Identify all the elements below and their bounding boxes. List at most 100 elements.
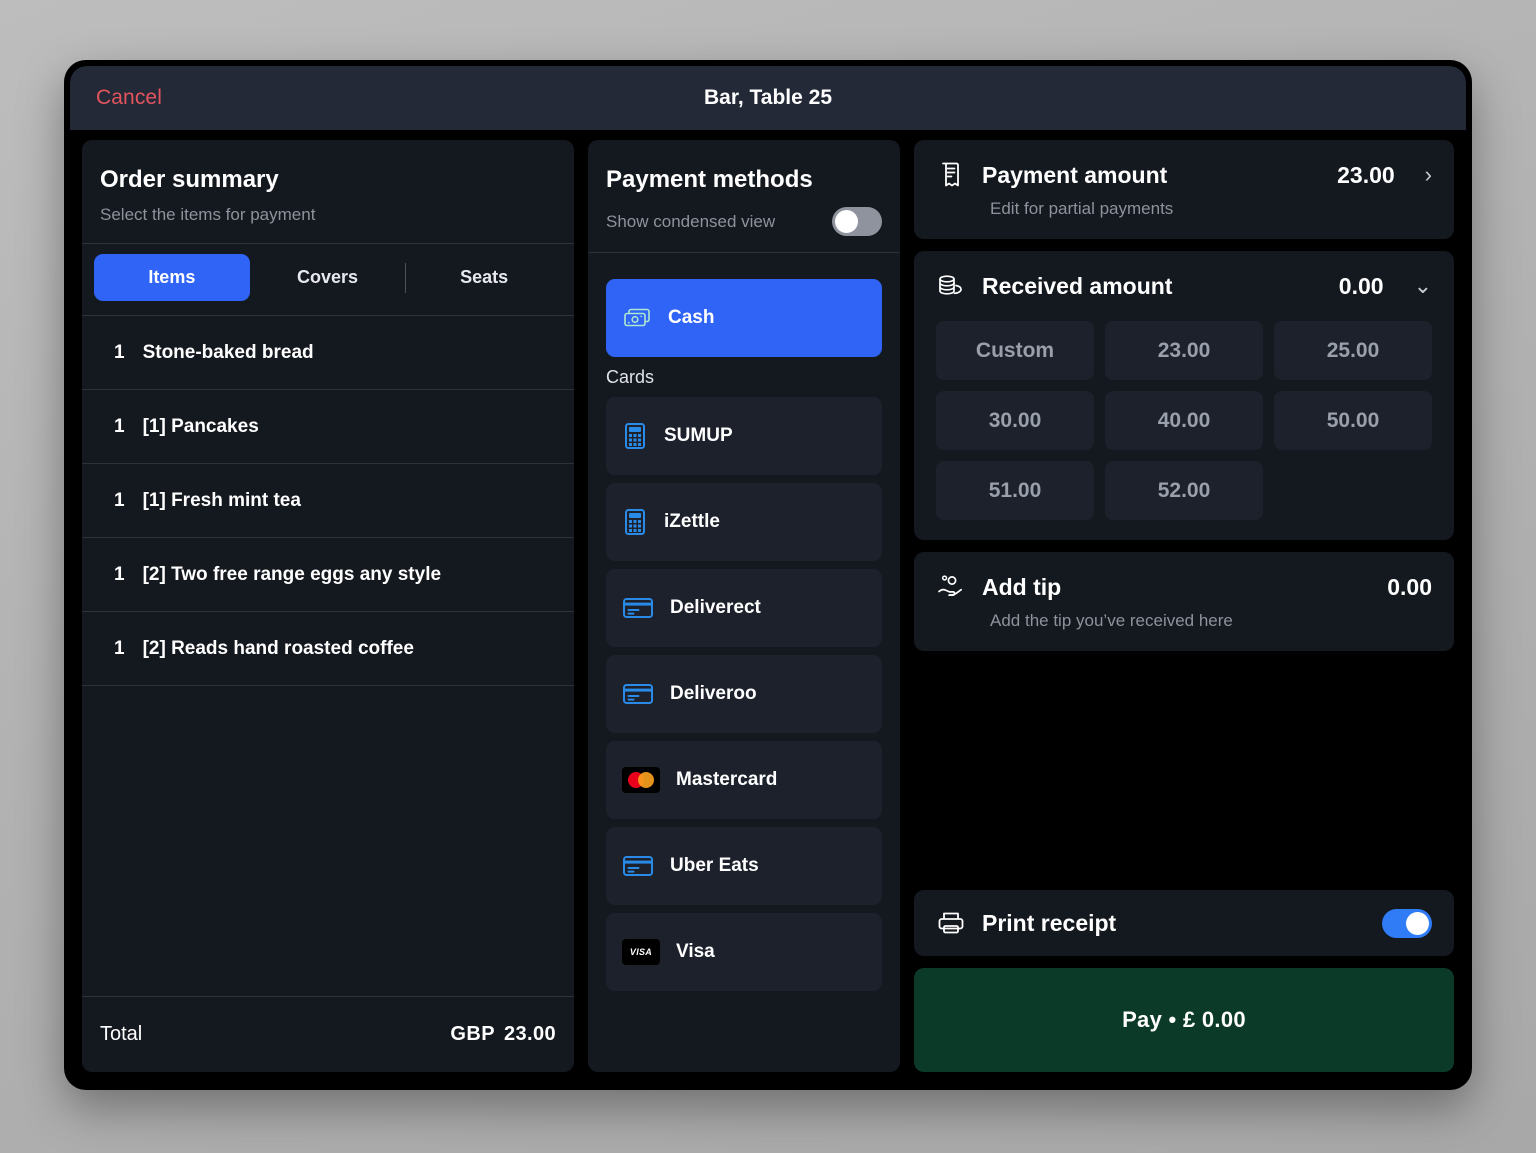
mastercard-icon: [622, 767, 660, 793]
pay-button[interactable]: Pay • £ 0.00: [914, 968, 1454, 1072]
order-total-row: Total GBP 23.00: [82, 996, 574, 1072]
quick-amount-button[interactable]: 51.00: [936, 461, 1094, 520]
received-amount-title: Received amount: [982, 272, 1173, 299]
payment-method-uber-eats[interactable]: Uber Eats: [606, 827, 882, 905]
order-summary-panel: Order summary Select the items for payme…: [82, 140, 574, 1072]
add-tip-value: 0.00: [1387, 573, 1432, 600]
pos-payment-app: Cancel Bar, Table 25 Order summary Selec…: [70, 66, 1466, 1084]
item-quantity: 1: [114, 563, 125, 585]
hand-coins-icon: [938, 575, 963, 596]
payment-method-label: SUMUP: [664, 425, 733, 446]
payment-details-column: Payment amount 23.00 › Edit for partial …: [914, 140, 1454, 1072]
payment-method-label: Uber Eats: [670, 855, 759, 876]
payment-method-label: Visa: [676, 941, 715, 962]
payment-amount-subtitle: Edit for partial payments: [990, 199, 1174, 218]
payment-method-label: Cash: [668, 307, 715, 328]
received-amount-row[interactable]: Received amount 0.00 ⌄: [936, 271, 1432, 301]
quick-amount-button[interactable]: 30.00: [936, 391, 1094, 450]
cards-group-label: Cards: [606, 367, 655, 387]
coins-icon: [939, 275, 962, 295]
order-summary-subtitle: Select the items for payment: [100, 205, 316, 224]
table-row[interactable]: 1 [1] Pancakes: [82, 389, 574, 463]
toggle-knob: [1406, 911, 1429, 935]
main-content: Order summary Select the items for payme…: [70, 130, 1466, 1084]
tab-items[interactable]: Items: [94, 254, 250, 301]
cancel-button[interactable]: Cancel: [96, 86, 162, 110]
printer-icon: [938, 912, 964, 934]
add-tip-card[interactable]: Add tip 0.00 Add the tip you’ve received…: [914, 552, 1454, 651]
payment-method-cash[interactable]: Cash: [606, 279, 882, 357]
tablet-device-frame: Cancel Bar, Table 25 Order summary Selec…: [64, 60, 1472, 1090]
add-tip-title: Add tip: [982, 573, 1062, 600]
chevron-down-icon[interactable]: ⌄: [1414, 273, 1432, 299]
print-receipt-toggle[interactable]: [1382, 908, 1432, 938]
payment-method-izettle[interactable]: iZettle: [606, 483, 882, 561]
quick-amount-custom[interactable]: Custom: [936, 321, 1094, 380]
item-quantity: 1: [114, 637, 125, 659]
table-row[interactable]: 1 [2] Reads hand roasted coffee: [82, 611, 574, 685]
payment-method-label: Mastercard: [676, 769, 778, 790]
condensed-view-label: Show condensed view: [606, 211, 776, 231]
payment-amount-row: Payment amount 23.00 ›: [936, 160, 1432, 190]
item-name: Stone-baked bread: [142, 341, 314, 363]
print-receipt-row: Print receipt: [914, 890, 1454, 956]
item-quantity: 1: [114, 489, 125, 511]
receipt-icon: [942, 162, 959, 187]
payment-method-label: iZettle: [664, 511, 720, 532]
order-items-list: 1 Stone-baked bread 1 [1] Pancakes 1 [1]…: [82, 315, 574, 996]
tab-seats[interactable]: Seats: [406, 254, 562, 301]
total-value: GBP 23.00: [450, 1023, 556, 1046]
table-row[interactable]: 1 [2] Two free range eggs any style: [82, 537, 574, 611]
total-amount: 23.00: [503, 1023, 556, 1045]
payment-method-visa[interactable]: VISA Visa: [606, 913, 882, 991]
item-name: [2] Two free range eggs any style: [142, 563, 442, 585]
credit-card-icon: [623, 856, 653, 876]
payment-amount-value: 23.00: [1337, 161, 1395, 188]
total-currency: GBP: [450, 1023, 495, 1045]
payment-methods-panel: Payment methods Show condensed view Cash…: [588, 140, 900, 1072]
item-name: [2] Reads hand roasted coffee: [142, 637, 414, 659]
item-quantity: 1: [114, 415, 125, 437]
payment-method-deliveroo[interactable]: Deliveroo: [606, 655, 882, 733]
banknote-icon: [624, 308, 650, 327]
table-row[interactable]: 1 [1] Fresh mint tea: [82, 463, 574, 537]
quick-amount-empty-slot: [1274, 461, 1432, 520]
received-amount-value: 0.00: [1338, 272, 1384, 299]
visa-icon: VISA: [622, 939, 660, 965]
item-name: [1] Fresh mint tea: [142, 489, 301, 511]
payment-amount-title: Payment amount: [982, 161, 1168, 188]
total-label: Total: [100, 1023, 143, 1045]
payment-method-deliverect[interactable]: Deliverect: [606, 569, 882, 647]
order-summary-header: Order summary Select the items for payme…: [82, 140, 574, 243]
print-receipt-label: Print receipt: [982, 909, 1117, 936]
card-terminal-icon: [625, 509, 645, 535]
quick-amount-button[interactable]: 40.00: [1105, 391, 1263, 450]
quick-amount-grid: Custom 23.00 25.00 30.00 40.00 50.00 51.…: [936, 321, 1432, 520]
tab-covers[interactable]: Covers: [250, 254, 406, 301]
quick-amount-button[interactable]: 50.00: [1274, 391, 1432, 450]
credit-card-icon: [623, 684, 653, 704]
order-summary-title: Order summary: [100, 166, 279, 193]
received-amount-card: Received amount 0.00 ⌄ Custom 23.00 25.0…: [914, 251, 1454, 540]
card-terminal-icon: [625, 423, 645, 449]
quick-amount-button[interactable]: 25.00: [1274, 321, 1432, 380]
quick-amount-button[interactable]: 23.00: [1105, 321, 1263, 380]
items-empty-space: [82, 685, 574, 686]
item-quantity: 1: [114, 341, 125, 363]
chevron-right-icon[interactable]: ›: [1425, 162, 1432, 188]
add-tip-row: Add tip 0.00: [936, 572, 1432, 602]
order-view-tabs: Items Covers Seats: [82, 244, 574, 315]
condensed-view-toggle[interactable]: [832, 207, 882, 236]
table-row[interactable]: 1 Stone-baked bread: [82, 315, 574, 389]
payment-methods-list: Cash Cards SUMUP iZettle Deliverect Deli…: [588, 253, 900, 1072]
payment-method-mastercard[interactable]: Mastercard: [606, 741, 882, 819]
payment-method-sumup[interactable]: SUMUP: [606, 397, 882, 475]
condensed-view-row: Show condensed view: [606, 207, 882, 236]
payment-amount-card[interactable]: Payment amount 23.00 › Edit for partial …: [914, 140, 1454, 239]
quick-amount-button[interactable]: 52.00: [1105, 461, 1263, 520]
toggle-knob: [835, 210, 858, 233]
item-name: [1] Pancakes: [142, 415, 259, 437]
right-column-spacer: [914, 663, 1454, 878]
payment-methods-header: Payment methods Show condensed view: [588, 140, 900, 252]
payment-method-label: Deliverect: [670, 597, 761, 618]
